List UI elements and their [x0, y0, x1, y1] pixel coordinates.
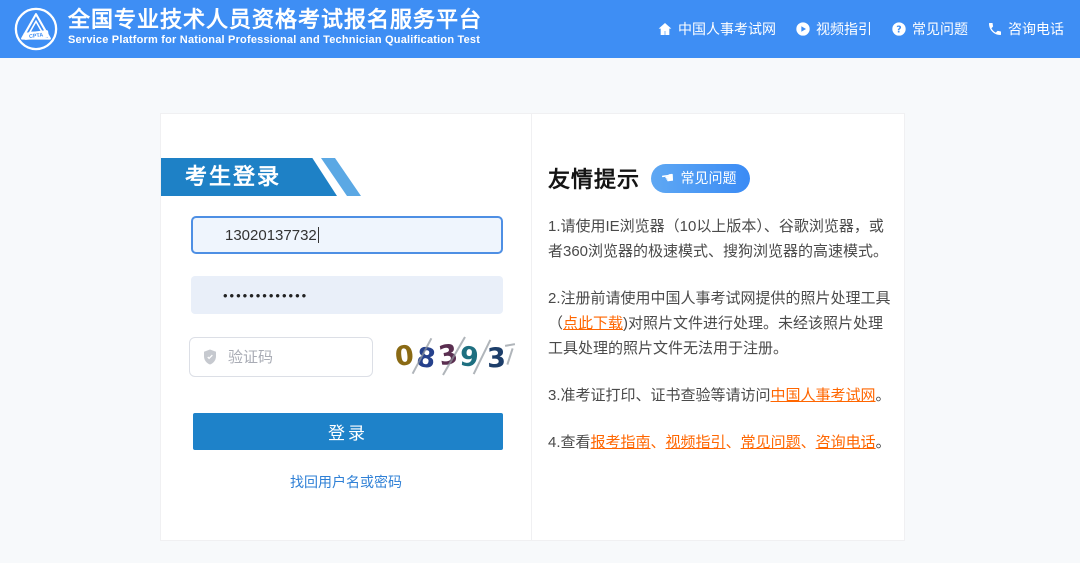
tip-text: 。: [876, 387, 891, 404]
nav-item-1[interactable]: 视频指引: [795, 19, 872, 39]
cpta-logo-icon: CPTA: [13, 6, 59, 52]
captcha-digit: 3: [435, 334, 461, 379]
username-value: 13020137732: [225, 227, 317, 244]
tip-link[interactable]: 视频指引: [666, 434, 726, 451]
tips-title: 友情提示: [548, 162, 640, 194]
tip-text: 、: [726, 434, 741, 451]
nav-item-label: 常见问题: [912, 19, 968, 39]
site-subtitle: Service Platform for National Profession…: [68, 34, 482, 46]
shield-icon: [201, 348, 219, 366]
header-bar: CPTA 全国专业技术人员资格考试报名服务平台 Service Platform…: [0, 0, 1080, 58]
play-circle-icon: [795, 21, 811, 37]
tip-link[interactable]: 中国人事考试网: [771, 387, 876, 404]
tip-link[interactable]: 报考指南: [591, 434, 651, 451]
home-icon: [657, 21, 673, 37]
login-card: 考生登录 13020137732 ••••••••••••• 08393: [160, 113, 905, 541]
tips-panel: 友情提示 ☚ 常见问题 1.请使用IE浏览器（10以上版本）、谷歌浏览器，或者3…: [531, 114, 905, 540]
tips-header: 友情提示 ☚ 常见问题: [548, 162, 750, 194]
tip-link[interactable]: 点此下载: [563, 315, 623, 332]
tip-link[interactable]: 常见问题: [741, 434, 801, 451]
phone-icon: [987, 21, 1003, 37]
faq-button-label: 常见问题: [680, 168, 736, 188]
header-nav: 中国人事考试网 视频指引? 常见问题 咨询电话: [657, 0, 1064, 58]
tip-text: 3.准考证打印、证书查验等请访问: [548, 387, 771, 404]
username-input[interactable]: 13020137732: [191, 216, 503, 254]
tips-list: 1.请使用IE浏览器（10以上版本）、谷歌浏览器，或者360浏览器的极速模式、搜…: [548, 214, 892, 477]
captcha-image[interactable]: 08393: [393, 335, 517, 377]
login-panel-banner: 考生登录: [161, 158, 361, 196]
tip-text: 4.查看: [548, 434, 591, 451]
nav-item-0[interactable]: 中国人事考试网: [657, 19, 776, 39]
tip-link[interactable]: 咨询电话: [816, 434, 876, 451]
tip-text: 。: [876, 434, 891, 451]
tip-text: 、: [651, 434, 666, 451]
site-title: 全国专业技术人员资格考试报名服务平台: [68, 6, 482, 33]
tip-item: 4.查看报考指南、视频指引、常见问题、咨询电话。: [548, 430, 892, 455]
forgot-credentials-link[interactable]: 找回用户名或密码: [161, 472, 531, 492]
site-title-block: 全国专业技术人员资格考试报名服务平台 Service Platform for …: [68, 6, 482, 46]
captcha-input-wrap: [189, 337, 373, 377]
svg-text:?: ?: [896, 24, 901, 35]
password-masked-value: •••••••••••••: [223, 288, 308, 303]
tip-item: 3.准考证打印、证书查验等请访问中国人事考试网。: [548, 383, 892, 408]
login-button[interactable]: 登录: [193, 413, 503, 450]
nav-item-label: 视频指引: [816, 19, 872, 39]
tip-item: 1.请使用IE浏览器（10以上版本）、谷歌浏览器，或者360浏览器的极速模式、搜…: [548, 214, 892, 264]
faq-button[interactable]: ☚ 常见问题: [651, 164, 750, 193]
password-input[interactable]: •••••••••••••: [191, 276, 503, 314]
nav-item-2[interactable]: ? 常见问题: [891, 19, 968, 39]
tip-text: 、: [801, 434, 816, 451]
login-panel: 考生登录 13020137732 ••••••••••••• 08393: [161, 114, 531, 540]
nav-item-label: 中国人事考试网: [678, 19, 776, 39]
pointing-hand-icon: ☚: [660, 170, 675, 187]
login-panel-title: 考生登录: [185, 158, 281, 196]
captcha-noise-line: [505, 343, 515, 347]
tip-text: 1.请使用IE浏览器（10以上版本）、谷歌浏览器，或者360浏览器的极速模式、搜…: [548, 218, 888, 260]
captcha-digit: 8: [414, 337, 438, 381]
nav-item-label: 咨询电话: [1008, 19, 1064, 39]
tip-item: 2.注册前请使用中国人事考试网提供的照片处理工具（点此下载)对照片文件进行处理。…: [548, 286, 892, 361]
nav-item-3[interactable]: 咨询电话: [987, 19, 1064, 39]
question-circle-icon: ?: [891, 21, 907, 37]
text-caret: [318, 227, 319, 243]
captcha-noise-line: [506, 348, 513, 365]
